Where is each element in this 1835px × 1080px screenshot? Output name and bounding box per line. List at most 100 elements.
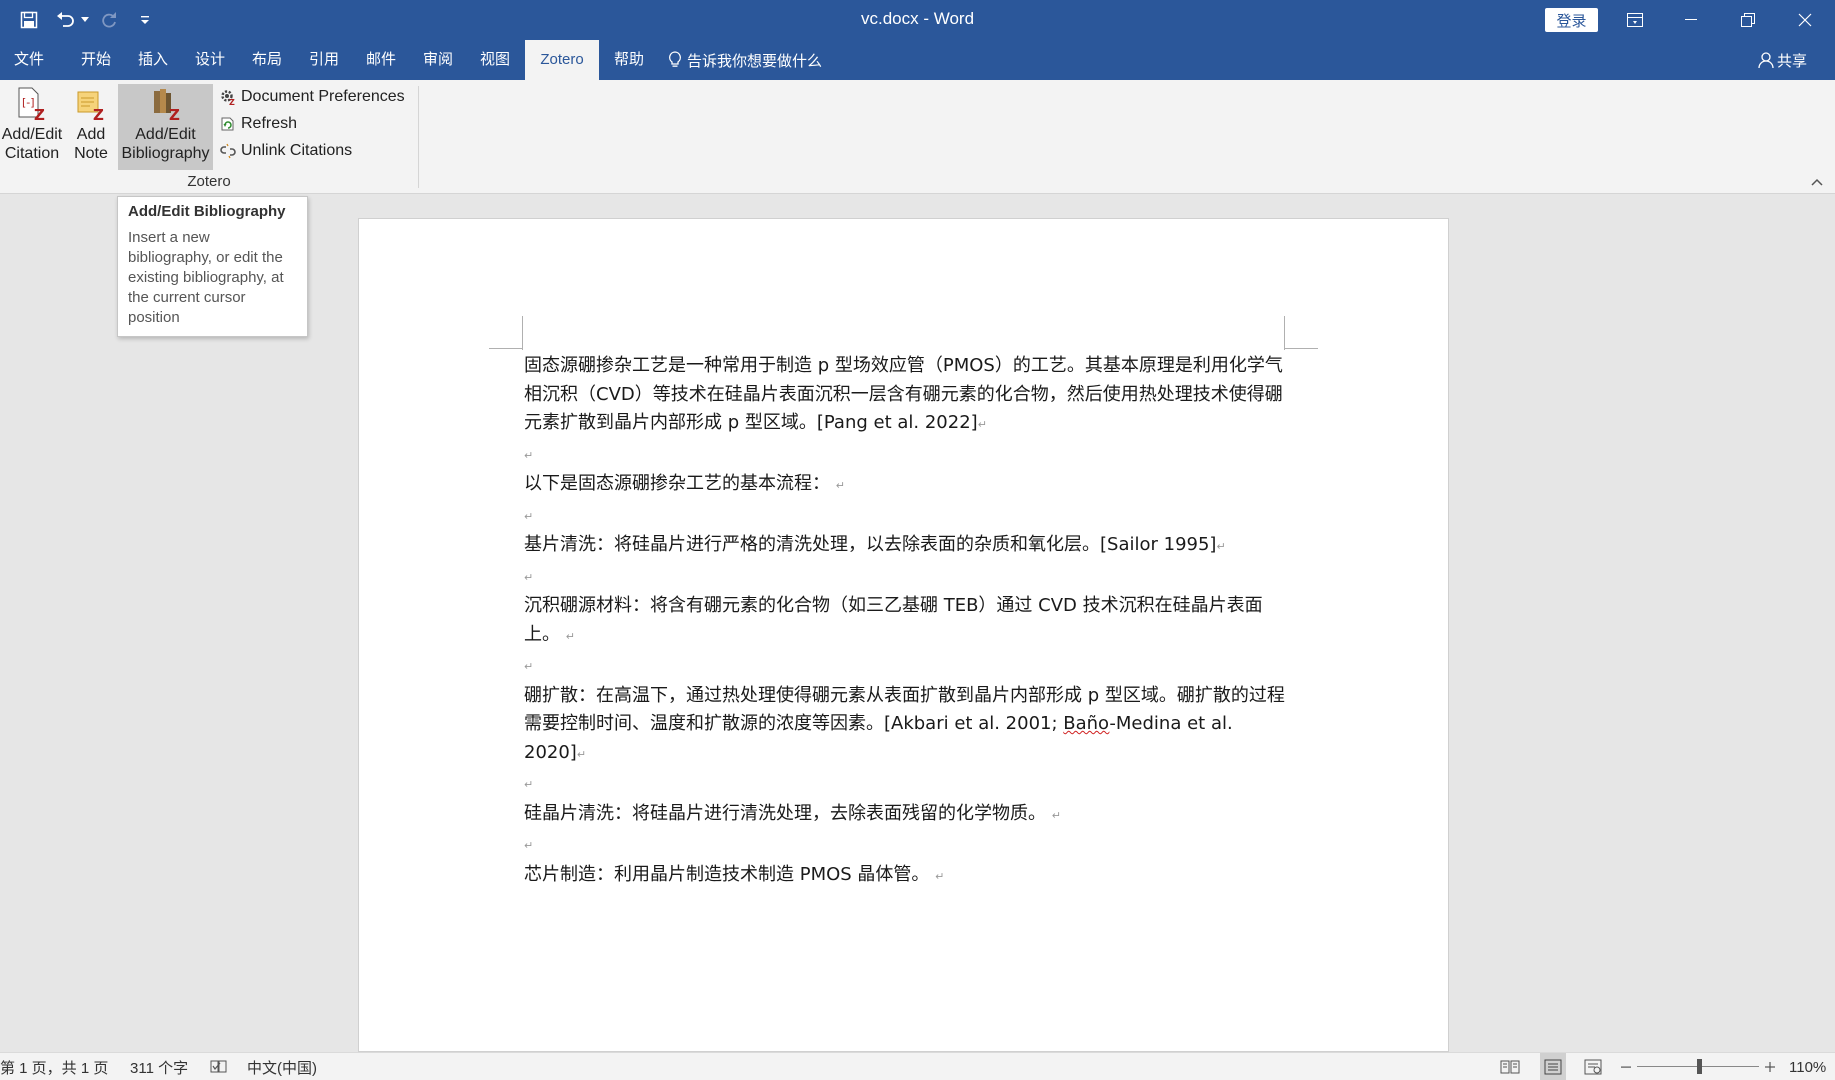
- paragraph-mark: ↵: [524, 839, 534, 852]
- read-mode-icon[interactable]: [1500, 1053, 1520, 1080]
- paragraph-text: 固态源硼掺杂工艺是一种常用于制造 p 型场效应管（PMOS）的工艺。其基本原理是…: [524, 355, 1283, 433]
- restore-icon[interactable]: [1720, 0, 1776, 40]
- title-bar: vc.docx - Word 登录: [0, 0, 1835, 40]
- citation-icon: [-] Z: [17, 84, 47, 124]
- tab-zotero[interactable]: Zotero: [525, 40, 599, 80]
- add-edit-bibliography-button[interactable]: Z Add/Edit Bibliography: [118, 84, 213, 170]
- paragraph-mark: ↵: [524, 778, 534, 791]
- svg-text:Z: Z: [93, 106, 104, 121]
- bibliography-icon: Z: [150, 84, 182, 124]
- paragraph-mark: ↵: [935, 869, 945, 883]
- crop-mark: [1284, 316, 1285, 350]
- collapse-ribbon-icon[interactable]: [1810, 174, 1826, 188]
- paragraph-mark: ↵: [977, 418, 987, 431]
- add-note-label-1: Add: [76, 126, 106, 143]
- login-button[interactable]: 登录: [1545, 8, 1598, 32]
- zoom-out-icon[interactable]: [1621, 1053, 1631, 1080]
- add-edit-citation-button[interactable]: [-] Z Add/Edit Citation: [0, 84, 64, 170]
- crop-mark: [1284, 348, 1318, 349]
- ribbon-tab-bar: 文件 开始 插入 设计 布局 引用 邮件 审阅 视图 Zotero 帮助 告诉我…: [0, 40, 1835, 80]
- crop-mark: [489, 348, 523, 349]
- add-edit-citation-label-2: Citation: [4, 145, 60, 162]
- crop-mark: [522, 316, 523, 350]
- empty-paragraph: ↵: [524, 651, 1294, 682]
- tab-mailings[interactable]: 邮件: [355, 40, 407, 80]
- tab-view[interactable]: 视图: [469, 40, 521, 80]
- paragraph-mark: ↵: [576, 747, 587, 761]
- minimize-icon[interactable]: [1663, 0, 1719, 40]
- tab-file[interactable]: 文件: [0, 40, 58, 80]
- paragraph-mark: ↵: [524, 509, 534, 523]
- add-edit-bibliography-label-2: Bibliography: [121, 145, 210, 162]
- paragraph-text: 硅晶片清洗：将硅晶片进行清洗处理，去除表面残留的化学物质。: [524, 802, 1046, 824]
- status-bar: 第 1 页，共 1 页 311 个字 中文(中国) 110%: [0, 1052, 1835, 1080]
- tab-insert[interactable]: 插入: [127, 40, 179, 80]
- tell-me-label: 告诉我你想要做什么: [687, 52, 823, 70]
- empty-paragraph: ↵: [524, 440, 1294, 471]
- web-layout-icon[interactable]: [1584, 1053, 1602, 1080]
- add-edit-bibliography-label-1: Add/Edit: [135, 126, 196, 143]
- close-icon[interactable]: [1777, 0, 1833, 40]
- refresh-button[interactable]: Refresh: [218, 112, 297, 136]
- svg-text:Z: Z: [169, 106, 180, 121]
- zoom-slider-thumb[interactable]: [1697, 1059, 1702, 1074]
- proofing-icon[interactable]: [210, 1053, 228, 1080]
- note-icon: Z: [76, 84, 106, 124]
- print-layout-icon[interactable]: [1540, 1053, 1566, 1080]
- ribbon-display-options-icon[interactable]: [1607, 0, 1663, 40]
- empty-paragraph: ↵: [524, 501, 1294, 532]
- language-indicator[interactable]: 中文(中国): [247, 1053, 317, 1080]
- svg-text:Z: Z: [229, 98, 235, 105]
- gear-icon: Z: [218, 87, 238, 107]
- paragraph-mark: ↵: [524, 660, 534, 673]
- empty-paragraph: ↵: [524, 769, 1294, 800]
- paragraph: 硼扩散：在高温下，通过热处理使得硼元素从表面扩散到晶片内部形成 p 型区域。硼扩…: [524, 682, 1294, 770]
- tell-me-search[interactable]: 告诉我你想要做什么: [668, 40, 822, 80]
- add-edit-citation-label-1: Add/Edit: [1, 126, 63, 143]
- zoom-level[interactable]: 110%: [1789, 1053, 1826, 1080]
- tooltip-title: Add/Edit Bibliography: [128, 203, 286, 220]
- unlink-icon: [218, 141, 238, 161]
- svg-text:[-]: [-]: [22, 96, 35, 109]
- svg-text:Z: Z: [34, 106, 45, 121]
- add-edit-bibliography-tooltip: Add/Edit Bibliography Insert a new bibli…: [117, 196, 308, 337]
- document-preferences-label: Document Preferences: [241, 88, 405, 105]
- add-note-label-2: Note: [74, 145, 108, 162]
- word-count[interactable]: 311 个字: [130, 1053, 188, 1080]
- paragraph: 硅晶片清洗：将硅晶片进行清洗处理，去除表面残留的化学物质。 ↵: [524, 800, 1294, 831]
- add-note-button[interactable]: Z Add Note: [68, 84, 114, 170]
- refresh-label: Refresh: [241, 115, 298, 132]
- tab-design[interactable]: 设计: [184, 40, 236, 80]
- refresh-icon: [218, 114, 238, 134]
- spelling-error[interactable]: Baño: [1063, 713, 1109, 734]
- zoom-in-icon[interactable]: [1765, 1053, 1775, 1080]
- tooltip-body: Insert a new bibliography, or edit the e…: [128, 229, 284, 326]
- tab-references[interactable]: 引用: [298, 40, 350, 80]
- lightbulb-icon: [668, 51, 682, 69]
- paragraph-mark: ↵: [1051, 808, 1061, 822]
- paragraph: 固态源硼掺杂工艺是一种常用于制造 p 型场效应管（PMOS）的工艺。其基本原理是…: [524, 352, 1294, 440]
- ribbon-zotero: [-] Z Add/Edit Citation Z Add Note Z Add/…: [0, 80, 1835, 194]
- document-body[interactable]: 固态源硼掺杂工艺是一种常用于制造 p 型场效应管（PMOS）的工艺。其基本原理是…: [524, 352, 1294, 891]
- paragraph-text: 以下是固态源硼掺杂工艺的基本流程：: [524, 473, 830, 494]
- paragraph-mark: ↵: [524, 570, 534, 584]
- share-label: 共享: [1777, 52, 1808, 70]
- paragraph: 芯片制造：利用晶片制造技术制造 PMOS 晶体管。 ↵: [524, 861, 1294, 892]
- page-count[interactable]: 第 1 页，共 1 页: [0, 1053, 108, 1080]
- person-icon: [1758, 51, 1774, 69]
- paragraph-mark: ↵: [1216, 540, 1226, 553]
- group-divider: [418, 86, 419, 188]
- zotero-group-label: Zotero: [187, 173, 231, 190]
- tab-help[interactable]: 帮助: [603, 40, 655, 80]
- paragraph-text: 芯片制造：利用晶片制造技术制造 PMOS 晶体管。: [524, 863, 930, 885]
- paragraph: 以下是固态源硼掺杂工艺的基本流程： ↵: [524, 470, 1294, 501]
- document-preferences-button[interactable]: Z Document Preferences: [218, 85, 405, 109]
- tab-home[interactable]: 开始: [70, 40, 122, 80]
- tab-layout[interactable]: 布局: [241, 40, 293, 80]
- unlink-citations-button[interactable]: Unlink Citations: [218, 139, 352, 163]
- empty-paragraph: ↵: [524, 830, 1294, 861]
- tab-review[interactable]: 审阅: [412, 40, 464, 80]
- share-button[interactable]: 共享: [1758, 40, 1807, 80]
- paragraph: 基片清洗：将硅晶片进行严格的清洗处理，以去除表面的杂质和氧化层。[Sailor …: [524, 531, 1294, 562]
- paragraph-text: 基片清洗：将硅晶片进行严格的清洗处理，以去除表面的杂质和氧化层。[Sailor …: [524, 534, 1217, 555]
